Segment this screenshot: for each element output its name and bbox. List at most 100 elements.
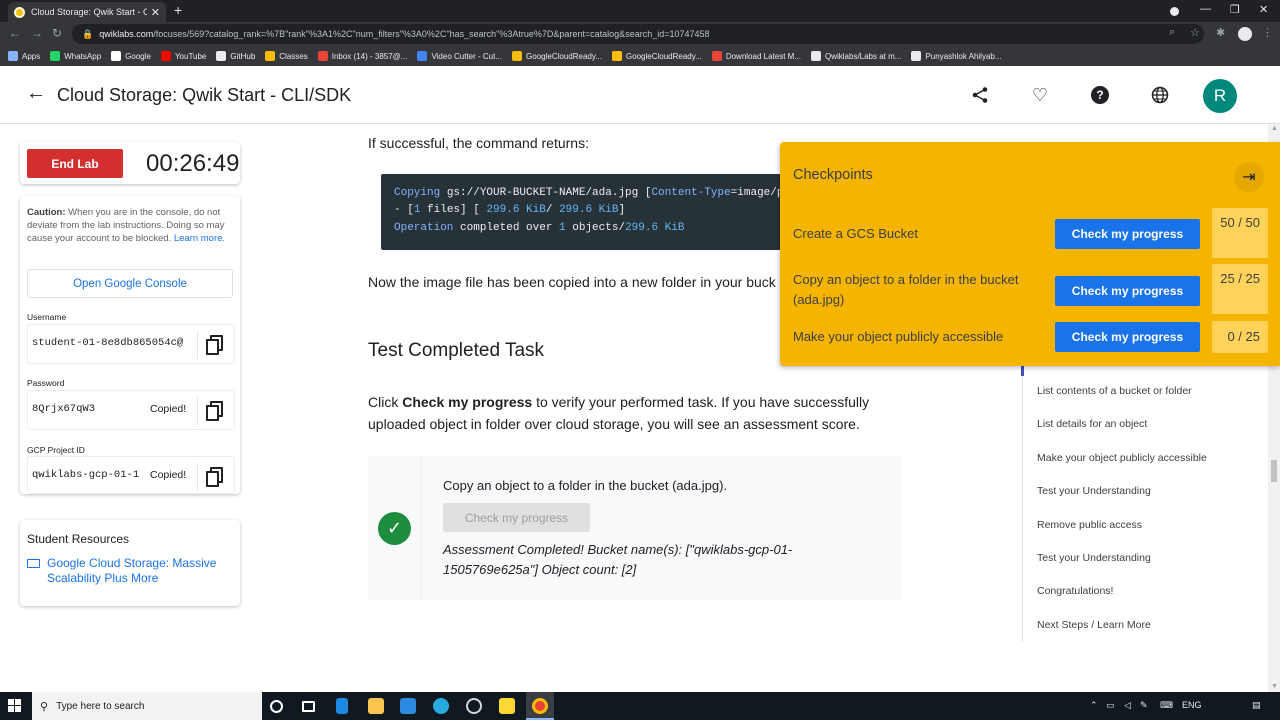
bookmark-item[interactable]: Apps (8, 51, 40, 61)
bookmark-favicon-icon (216, 51, 227, 61)
assessment-box: ✓ Copy an object to a folder in the buck… (368, 456, 902, 600)
bookmark-item[interactable]: WhatsApp (50, 51, 101, 61)
copy-icon[interactable] (206, 467, 226, 487)
code-block[interactable]: Copying gs://YOUR-BUCKET-NAME/ada.jpg [C… (381, 174, 781, 250)
bookmark-item[interactable]: Punyashlok Ahilyab... (911, 51, 1002, 61)
toc-item[interactable]: Congratulations! (1037, 585, 1113, 597)
toc-item[interactable]: Next Steps / Learn More (1037, 619, 1151, 631)
help-icon[interactable]: ? (1088, 83, 1112, 107)
notifications-icon[interactable]: ▤ (1252, 700, 1261, 711)
forward-nav-icon[interactable]: → (31, 26, 43, 40)
bookmark-item[interactable]: GitHub (216, 51, 255, 61)
reload-icon[interactable]: ↻ (52, 26, 62, 40)
toc-item[interactable]: Test your Understanding (1037, 552, 1151, 564)
browser-profile-avatar[interactable] (1238, 27, 1252, 41)
network-icon[interactable]: ▭ (1106, 700, 1115, 711)
language-indicator[interactable]: ENG (1182, 700, 1202, 710)
check-progress-button[interactable]: Check my progress (1055, 219, 1200, 249)
cortana-icon[interactable] (270, 700, 283, 713)
copy-icon[interactable] (206, 335, 226, 355)
check-progress-button-disabled[interactable]: Check my progress (443, 503, 590, 532)
video-icon (27, 559, 40, 568)
bookmark-item[interactable]: GoogleCloudReady... (611, 51, 702, 61)
username-field: student-01-8e8db865054c@ (27, 324, 235, 364)
bookmark-item[interactable]: Qwiklabs/Labs at m... (810, 51, 902, 61)
windows-taskbar: ⚲ Type here to search ⌃ ▭ ◁ ✎ ⌨ ENG ▤ (0, 692, 1280, 720)
extensions-icon[interactable]: ✱ (1216, 26, 1225, 39)
language-globe-icon[interactable] (1148, 83, 1172, 107)
toc-item[interactable]: List contents of a bucket or folder (1037, 385, 1192, 397)
code-token: =image/p (730, 187, 781, 199)
favorite-heart-icon[interactable]: ♡ (1028, 83, 1052, 107)
toc-item[interactable]: List details for an object (1037, 418, 1147, 430)
user-avatar[interactable]: R (1203, 79, 1237, 113)
tab-search-icon[interactable] (1170, 7, 1179, 16)
settings-app-icon[interactable] (466, 698, 482, 714)
chrome-taskbar-button[interactable] (526, 692, 554, 720)
url-input[interactable]: 🔒 qwiklabs.com/focuses/569?catalog_rank=… (72, 24, 1204, 44)
username-value[interactable]: student-01-8e8db865054c@ (32, 337, 192, 349)
scrollbar-thumb[interactable] (1271, 460, 1277, 482)
bookmark-star-icon[interactable]: ☆ (1190, 26, 1200, 39)
project-id-label: GCP Project ID (27, 445, 85, 455)
pen-icon[interactable]: ✎ (1140, 700, 1148, 711)
volume-icon[interactable]: ◁ (1124, 700, 1131, 711)
file-explorer-icon[interactable] (368, 698, 384, 714)
new-tab-button[interactable]: + (174, 2, 182, 18)
bookmark-label: Qwiklabs/Labs at m... (824, 51, 902, 61)
taskbar-search-input[interactable]: ⚲ Type here to search (32, 692, 262, 720)
scroll-up-arrow-icon[interactable]: ▲ (1271, 125, 1278, 132)
bookmark-item[interactable]: Google (111, 51, 151, 61)
tray-arrow-icon[interactable]: ⌃ (1090, 700, 1098, 711)
bookmark-favicon-icon (417, 51, 428, 61)
keyboard-icon[interactable]: ⌨ (1160, 700, 1173, 711)
copy-icon[interactable] (206, 401, 226, 421)
back-nav-icon[interactable]: ← (9, 26, 21, 40)
sticky-notes-icon[interactable] (499, 698, 515, 714)
checkpoint-label: Create a GCS Bucket (793, 226, 918, 241)
toc-item[interactable]: Make your object publicly accessible (1037, 452, 1207, 464)
edge-icon[interactable] (433, 698, 449, 714)
zoom-icon[interactable]: ⌕ (1169, 26, 1175, 39)
task-view-icon[interactable] (302, 701, 315, 712)
window-close-icon[interactable]: ✕ (1259, 3, 1268, 16)
chrome-icon (532, 698, 548, 714)
resource-link[interactable]: Google Cloud Storage: Massive Scalabilit… (27, 556, 227, 586)
chrome-menu-icon[interactable]: ⋮ (1262, 26, 1273, 39)
minimize-icon[interactable]: — (1200, 3, 1211, 15)
para-text: Click (368, 394, 403, 410)
lab-credentials-card: Caution: When you are in the console, do… (20, 196, 240, 494)
check-progress-button[interactable]: Check my progress (1055, 322, 1200, 352)
bookmark-item[interactable]: Video Cutter - Cut... (417, 51, 502, 61)
caution-label: Caution: (27, 207, 66, 218)
bookmark-label: Punyashlok Ahilyab... (925, 51, 1002, 61)
bookmark-item[interactable]: YouTube (160, 51, 206, 61)
file-app-icon[interactable] (336, 698, 348, 714)
resource-link-text[interactable]: Google Cloud Storage: Massive Scalabilit… (47, 556, 227, 586)
bookmark-item[interactable]: Download Latest M... (711, 51, 801, 61)
bookmark-label: GitHub (230, 51, 256, 61)
toc-item[interactable]: Test your Understanding (1037, 485, 1151, 497)
code-token: Operation (394, 221, 454, 234)
tab-close-icon[interactable]: ✕ (151, 6, 160, 19)
end-lab-button[interactable]: End Lab (27, 149, 123, 178)
scroll-down-arrow-icon[interactable]: ▼ (1271, 683, 1278, 690)
bookmark-item[interactable]: Classes (265, 51, 308, 61)
close-panel-arrow-icon[interactable]: ⇥ (1234, 162, 1264, 192)
restore-icon[interactable]: ❐ (1230, 3, 1240, 16)
browser-tab[interactable]: Cloud Storage: Qwik Start - CLI/S ✕ (8, 2, 166, 22)
toc-item[interactable]: Remove public access (1037, 519, 1142, 531)
check-progress-button[interactable]: Check my progress (1055, 276, 1200, 306)
back-arrow-icon[interactable]: ← (26, 82, 46, 105)
share-icon[interactable] (968, 83, 992, 107)
mail-icon[interactable] (400, 698, 416, 714)
toc-rail (1022, 366, 1023, 642)
bookmark-item[interactable]: GoogleCloudReady... (512, 51, 602, 61)
bookmark-label: Apps (22, 51, 41, 61)
open-console-button[interactable]: Open Google Console (27, 269, 233, 298)
bookmark-label: Inbox (14) - 3857@... (331, 51, 408, 61)
windows-start-icon[interactable] (8, 699, 22, 713)
bookmark-item[interactable]: Inbox (14) - 3857@... (317, 51, 408, 61)
url-path: /focuses/569?catalog_rank=%7B"rank"%3A1%… (153, 29, 710, 39)
learn-more-link[interactable]: Learn more. (174, 233, 225, 244)
